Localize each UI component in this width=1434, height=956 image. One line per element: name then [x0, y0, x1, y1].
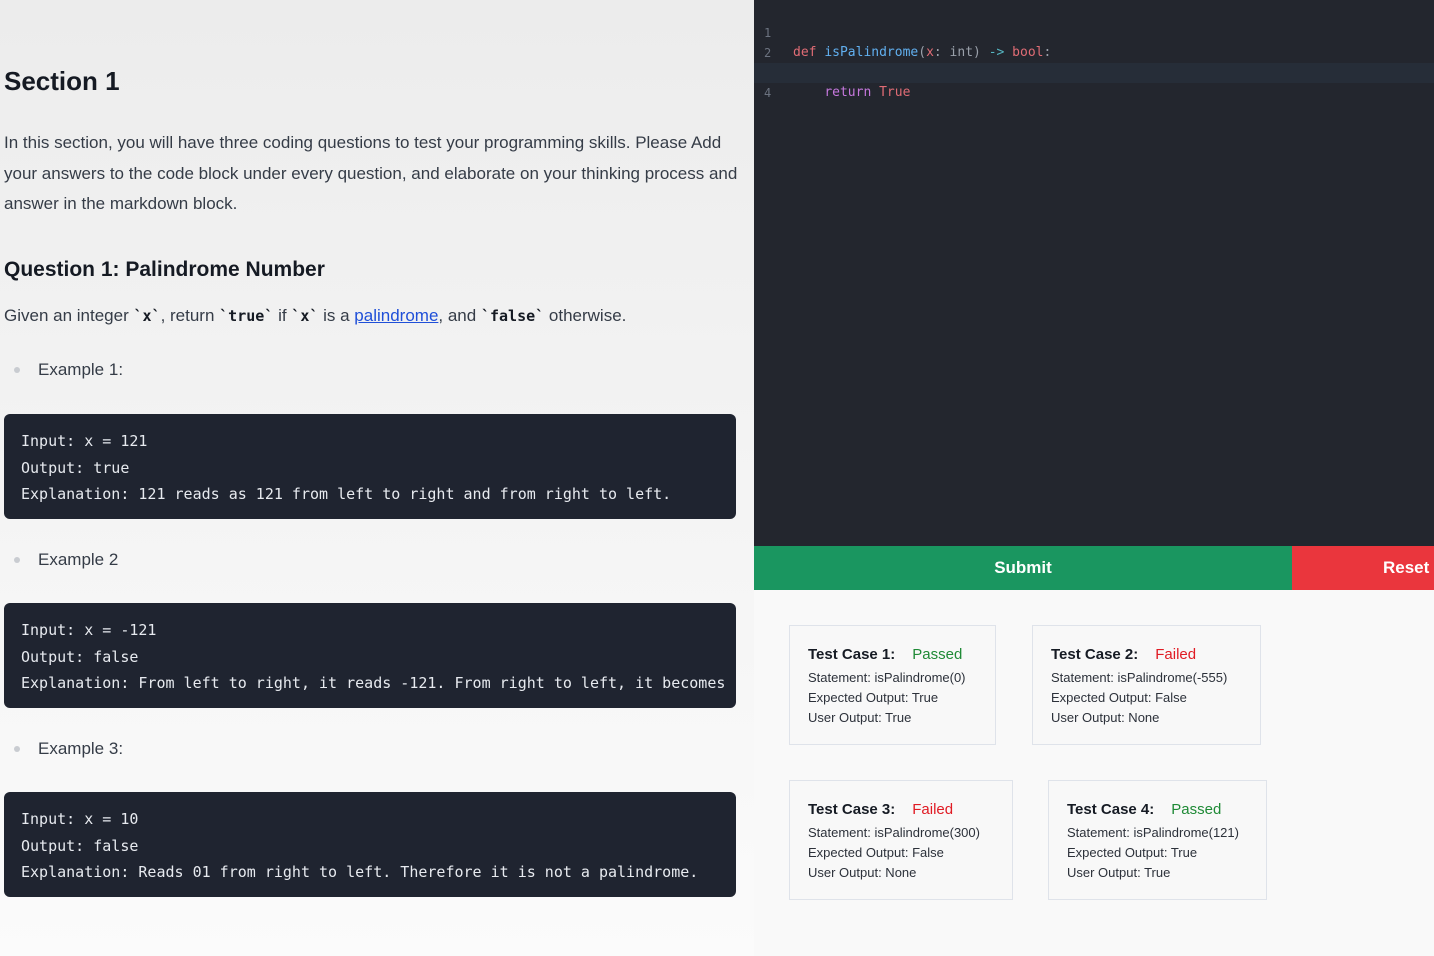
- test-case-card: Test Case 3: Failed Statement: isPalindro…: [789, 780, 1013, 900]
- example-2-code: Input: x = -121 Output: false Explanatio…: [4, 603, 736, 708]
- code-line: Output: false: [21, 647, 139, 666]
- code-editor[interactable]: 1 def isPalindrome(x: int) -> bool: 2 if…: [754, 0, 1434, 546]
- desc-text: is a: [318, 306, 355, 325]
- question-title: Question 1: Palindrome Number: [4, 258, 325, 281]
- section-title: Section 1: [4, 66, 120, 96]
- test-case-title: Test Case 3:: [808, 801, 896, 818]
- bullet-icon: [14, 746, 20, 752]
- expected-output: Expected Output: False: [808, 845, 944, 860]
- inline-code: `x`: [133, 307, 161, 325]
- test-case-card: Test Case 4: Passed Statement: isPalindro…: [1048, 780, 1267, 900]
- test-statement: Statement: isPalindrome(121): [1067, 825, 1239, 840]
- palindrome-link[interactable]: palindrome: [354, 306, 438, 325]
- code-line: Input: x = 10: [21, 810, 139, 828]
- bullet-icon: [14, 557, 20, 563]
- example-3-code: Input: x = 10 Output: false Explanation:…: [4, 792, 736, 897]
- question-panel: Section 1 In this section, you will have…: [0, 0, 754, 956]
- example-3-label: Example 3:: [14, 739, 123, 759]
- inline-code: `false`: [480, 307, 545, 325]
- line-number: 4: [764, 86, 772, 100]
- question-description: Given an integer `x`, return `true` if `…: [4, 306, 626, 326]
- user-output: User Output: True: [808, 710, 912, 725]
- example-label-text: Example 2: [38, 550, 119, 569]
- inline-code: `true`: [219, 307, 274, 325]
- inline-code: `x`: [291, 307, 319, 325]
- user-output: User Output: True: [1067, 865, 1171, 880]
- example-1-label: Example 1:: [14, 360, 123, 380]
- status-badge: Passed: [1171, 801, 1222, 818]
- test-case-card: Test Case 2: Failed Statement: isPalindro…: [1032, 625, 1261, 745]
- desc-text: , return: [160, 306, 220, 325]
- example-1-code: Input: x = 121 Output: true Explanation:…: [4, 414, 736, 519]
- test-statement: Statement: isPalindrome(0): [808, 670, 966, 685]
- test-case-title: Test Case 1:: [808, 646, 896, 663]
- reset-button[interactable]: Reset: [1292, 546, 1434, 590]
- status-badge: Failed: [912, 801, 954, 818]
- test-statement: Statement: isPalindrome(-555): [1051, 670, 1228, 685]
- user-output: User Output: None: [808, 865, 917, 880]
- test-case-card: Test Case 1: Passed Statement: isPalindro…: [789, 625, 996, 745]
- expected-output: Expected Output: False: [1051, 690, 1187, 705]
- example-label-text: Example 3:: [38, 739, 124, 758]
- expected-output: Expected Output: True: [1067, 845, 1198, 860]
- test-case-title: Test Case 2:: [1051, 646, 1139, 663]
- code-line: Input: x = 121: [21, 432, 148, 450]
- user-output: User Output: None: [1051, 710, 1160, 725]
- bullet-icon: [14, 367, 20, 373]
- desc-text: , and: [438, 306, 481, 325]
- code-line: Explanation: Reads 01 from right to left…: [21, 863, 699, 881]
- status-badge: Passed: [912, 646, 963, 663]
- editor-line-active[interactable]: 4: [754, 63, 1434, 100]
- test-statement: Statement: isPalindrome(300): [808, 825, 980, 840]
- code-line: Output: false: [21, 836, 139, 855]
- editor-line[interactable]: 1 def isPalindrome(x: int) -> bool:: [754, 3, 1434, 60]
- desc-text: otherwise.: [544, 306, 627, 325]
- line-source: return True: [824, 85, 911, 100]
- code-line: Output: true: [21, 458, 130, 477]
- code-line: Explanation: From left to right, it read…: [21, 674, 736, 692]
- desc-text: Given an integer: [4, 306, 134, 325]
- example-label-text: Example 1:: [38, 360, 124, 379]
- expected-output: Expected Output: True: [808, 690, 939, 705]
- editor-line[interactable]: 2 if x == 0 or x == 121:: [754, 23, 1434, 80]
- section-intro: In this section, you will have three cod…: [4, 133, 738, 213]
- code-line: Explanation: 121 reads as 121 from left …: [21, 485, 672, 503]
- status-badge: Failed: [1155, 646, 1197, 663]
- submit-button[interactable]: Submit: [754, 546, 1292, 590]
- test-case-title: Test Case 4:: [1067, 801, 1155, 818]
- code-line: Input: x = -121: [21, 621, 157, 639]
- editor-line[interactable]: 3 return True: [754, 43, 1434, 100]
- example-2-label: Example 2: [14, 550, 118, 570]
- desc-text: if: [273, 306, 292, 325]
